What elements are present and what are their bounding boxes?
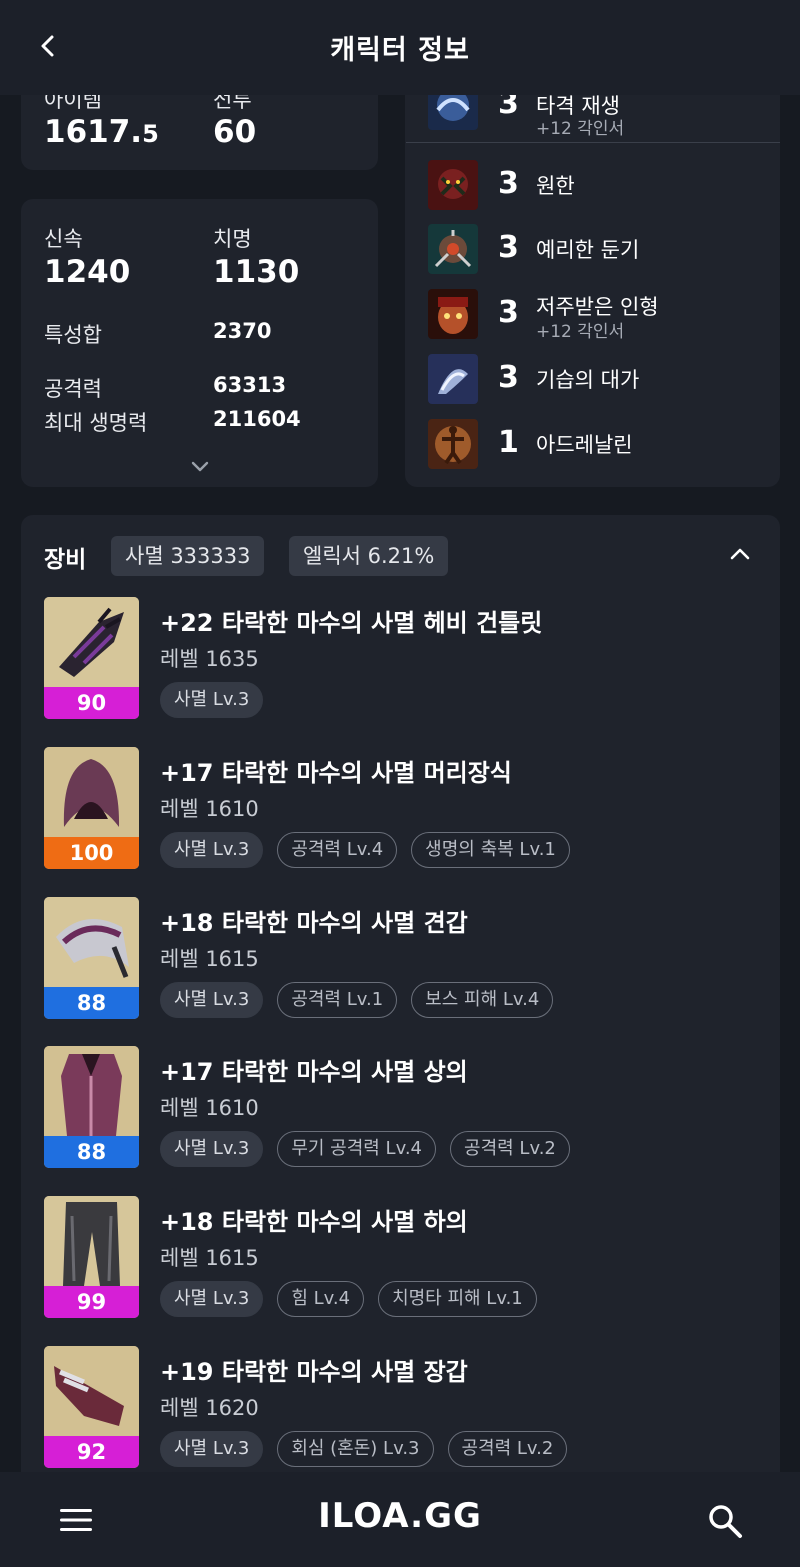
engraving-item[interactable]: 3 원한 [428, 160, 768, 210]
item-name: +22 타락한 마수의 사멸 헤비 건틀릿 [160, 609, 543, 637]
item-tags: 사멸 Lv.3 공격력 Lv.1 보스 피해 Lv.4 [160, 982, 554, 1018]
item-thumbnail: 88 [44, 1046, 139, 1168]
item-thumbnail: 99 [44, 1196, 139, 1318]
item-level-value: 1617.5 [44, 114, 159, 150]
engraving-name: 예리한 둔기 [536, 238, 640, 262]
engraving-item[interactable]: 3 저주받은 인형 +12 각인서 [428, 289, 768, 342]
elixir-chip: 엘릭서 6.21% [289, 536, 449, 576]
item-tags: 사멸 Lv.3 힘 Lv.4 치명타 피해 Lv.1 [160, 1281, 537, 1317]
swiftness-label: 신속 [44, 227, 83, 251]
item-tag: 사멸 Lv.3 [160, 682, 264, 718]
engraving-icon [428, 354, 478, 404]
item-level: 레벨 1615 [160, 947, 259, 971]
quality-badge: 100 [44, 837, 139, 869]
item-tags: 사멸 Lv.3 회심 (혼돈) Lv.3 공격력 Lv.2 [160, 1431, 568, 1467]
item-thumbnail: 92 [44, 1346, 139, 1468]
engraving-icon [428, 289, 478, 339]
combat-stats-panel: 신속 1240 치명 1130 특성합 2370 공격력 63313 최대 생명… [21, 199, 378, 487]
engraving-sub: +12 각인서 [536, 322, 625, 342]
equipment-item[interactable]: 88 +17 타락한 마수의 사멸 상의 레벨 1610 사멸 Lv.3 무기 … [44, 1046, 764, 1170]
item-tag: 사멸 Lv.3 [160, 1131, 264, 1167]
engraving-name: 아드레날린 [536, 433, 633, 457]
item-tags: 사멸 Lv.3 무기 공격력 Lv.4 공격력 Lv.2 [160, 1131, 570, 1167]
item-tag: 사멸 Lv.3 [160, 832, 264, 868]
chevron-down-icon[interactable] [190, 458, 210, 472]
item-tag: 힘 Lv.4 [277, 1281, 365, 1317]
chevron-left-icon[interactable] [30, 28, 66, 64]
set-effect-chip: 사멸 333333 [111, 536, 265, 576]
equipment-item[interactable]: 90 +22 타락한 마수의 사멸 헤비 건틀릿 레벨 1635 사멸 Lv.3 [44, 597, 764, 721]
item-level: 레벨 1610 [160, 797, 259, 821]
engraving-icon [428, 419, 478, 469]
engraving-sub: +12 각인서 [536, 119, 625, 139]
engraving-item[interactable]: 3 예리한 둔기 [428, 224, 768, 274]
crit-label: 치명 [213, 227, 252, 251]
item-tag: 사멸 Lv.3 [160, 1281, 264, 1317]
item-level: 레벨 1620 [160, 1396, 259, 1420]
equipment-item[interactable]: 92 +19 타락한 마수의 사멸 장갑 레벨 1620 사멸 Lv.3 회심 … [44, 1346, 764, 1470]
engraving-divider [406, 142, 780, 143]
attack-label: 공격력 [44, 377, 102, 401]
item-thumbnail: 90 [44, 597, 139, 719]
crit-value: 1130 [213, 254, 300, 290]
page-title: 캐릭터 정보 [330, 35, 470, 66]
item-tag: 사멸 Lv.3 [160, 1431, 264, 1467]
equipment-title: 장비 [44, 547, 87, 573]
trait-sum-label: 특성합 [44, 323, 102, 347]
item-tag: 공격력 Lv.4 [277, 832, 398, 868]
equipment-item[interactable]: 100 +17 타락한 마수의 사멸 머리장식 레벨 1610 사멸 Lv.3 … [44, 747, 764, 871]
quality-badge: 90 [44, 687, 139, 719]
quality-badge: 88 [44, 1136, 139, 1168]
item-tag: 생명의 축복 Lv.1 [411, 832, 570, 868]
item-tag: 회심 (혼돈) Lv.3 [277, 1431, 434, 1467]
trait-sum-value: 2370 [213, 319, 272, 343]
item-name: +17 타락한 마수의 사멸 상의 [160, 1058, 468, 1086]
engraving-icon [428, 160, 478, 210]
max-hp-value: 211604 [213, 407, 301, 431]
item-level: 레벨 1635 [160, 647, 259, 671]
character-info-page: 아이템 1617.5 전투 60 신속 1240 치명 1130 특성합 237… [0, 0, 800, 1567]
engraving-name: 기습의 대가 [536, 368, 640, 392]
item-name: +19 타락한 마수의 사멸 장갑 [160, 1358, 468, 1386]
engraving-level: 3 [498, 295, 519, 330]
engraving-item[interactable]: 1 아드레날린 [428, 419, 768, 469]
item-tag: 사멸 Lv.3 [160, 982, 264, 1018]
item-name: +18 타락한 마수의 사멸 견갑 [160, 909, 468, 937]
item-tags: 사멸 Lv.3 공격력 Lv.4 생명의 축복 Lv.1 [160, 832, 570, 868]
item-tag: 공격력 Lv.2 [447, 1431, 568, 1467]
bottom-nav-bar: ILOA.GG [0, 1472, 800, 1567]
item-tag: 무기 공격력 Lv.4 [277, 1131, 437, 1167]
item-level: 레벨 1615 [160, 1246, 259, 1270]
engraving-level: 3 [498, 360, 519, 395]
quality-badge: 99 [44, 1286, 139, 1318]
app-logo[interactable]: ILOA.GG [0, 1496, 800, 1536]
chevron-up-icon[interactable] [728, 545, 752, 563]
item-tag: 치명타 피해 Lv.1 [378, 1281, 537, 1317]
attack-value: 63313 [213, 373, 287, 397]
engraving-icon [428, 224, 478, 274]
equipment-item[interactable]: 99 +18 타락한 마수의 사멸 하의 레벨 1615 사멸 Lv.3 힘 L… [44, 1196, 764, 1320]
item-thumbnail: 100 [44, 747, 139, 869]
battle-level-value: 60 [213, 114, 257, 150]
quality-badge: 92 [44, 1436, 139, 1468]
item-tag: 공격력 Lv.1 [277, 982, 398, 1018]
item-tags: 사멸 Lv.3 [160, 682, 264, 718]
max-hp-label: 최대 생명력 [44, 411, 148, 435]
item-level: 레벨 1610 [160, 1096, 259, 1120]
search-icon[interactable] [706, 1502, 744, 1540]
quality-badge: 88 [44, 987, 139, 1019]
item-thumbnail: 88 [44, 897, 139, 1019]
equipment-item[interactable]: 88 +18 타락한 마수의 사멸 견갑 레벨 1615 사멸 Lv.3 공격력… [44, 897, 764, 1021]
engraving-level: 3 [498, 166, 519, 201]
swiftness-value: 1240 [44, 254, 131, 290]
item-name: +17 타락한 마수의 사멸 머리장식 [160, 759, 512, 787]
engraving-item[interactable]: 3 기습의 대가 [428, 354, 768, 404]
engraving-level: 1 [498, 425, 519, 460]
item-tag: 보스 피해 Lv.4 [411, 982, 554, 1018]
item-name: +18 타락한 마수의 사멸 하의 [160, 1208, 468, 1236]
engraving-name: 원한 [536, 174, 575, 198]
engraving-level: 3 [498, 230, 519, 265]
item-tag: 공격력 Lv.2 [450, 1131, 570, 1167]
top-app-bar: 캐릭터 정보 [0, 0, 800, 95]
